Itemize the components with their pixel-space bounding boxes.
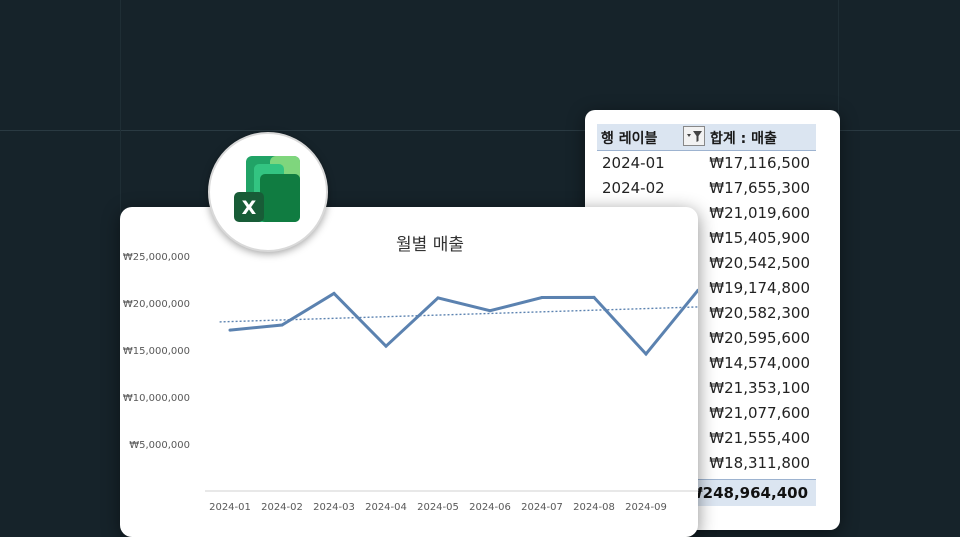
pivot-row-value: ₩21,019,600	[709, 204, 810, 222]
y-tick-label: ₩15,000,000	[123, 346, 190, 357]
data-point	[488, 309, 492, 313]
pivot-row-value: ₩20,542,500	[709, 254, 810, 272]
sum-sales-header: 합계 : 매출	[710, 131, 777, 147]
pivot-row-value: ₩21,555,400	[709, 429, 810, 447]
pivot-row-value: ₩20,595,600	[709, 329, 810, 347]
pivot-row-value: ₩21,077,600	[709, 404, 810, 422]
pivot-row-value: ₩20,582,300	[709, 304, 810, 322]
data-point	[644, 352, 648, 356]
pivot-row-value: ₩17,116,500	[709, 154, 810, 172]
x-tick-label: 2024-03	[313, 502, 355, 513]
svg-text:X: X	[242, 197, 257, 219]
x-tick-label: 2024-05	[417, 502, 459, 513]
pivot-row-value: ₩17,655,300	[709, 179, 810, 197]
x-tick-label: 2024-06	[469, 502, 511, 513]
data-point	[280, 323, 284, 327]
chart-title: 월별 매출	[396, 235, 464, 255]
pivot-row-label: 2024-01	[602, 154, 665, 172]
pivot-row-label: 2024-02	[602, 179, 665, 197]
x-tick-label: 2024-09	[625, 502, 667, 513]
grand-total-value: ₩248,964,400	[686, 484, 808, 502]
filter-dropdown-icon[interactable]	[683, 126, 705, 146]
data-point	[228, 328, 232, 332]
excel-badge: X	[208, 132, 328, 252]
data-point	[592, 295, 596, 299]
y-tick-label: ₩20,000,000	[123, 299, 190, 310]
sales-series-line	[229, 289, 698, 357]
pivot-header-row: 행 레이블 합계 : 매출	[597, 124, 816, 151]
chart-card[interactable]: 월별 매출 ₩5,000,000 ₩10,000,000 ₩15,000,000 ₩20…	[120, 207, 698, 537]
y-tick-label: ₩25,000,000	[123, 252, 190, 263]
pivot-row-value: ₩14,574,000	[709, 354, 810, 372]
row-labels-header: 행 레이블	[601, 131, 658, 147]
x-tick-label: 2024-01	[209, 502, 251, 513]
pivot-row[interactable]: 2024-02 ₩17,655,300	[597, 176, 816, 201]
x-tick-label: 2024-08	[573, 502, 615, 513]
pivot-row-value: ₩15,405,900	[709, 229, 810, 247]
y-tick-label: ₩5,000,000	[129, 440, 190, 451]
pivot-row-value: ₩19,174,800	[709, 279, 810, 297]
pivot-row[interactable]: 2024-01 ₩17,116,500	[597, 151, 816, 176]
x-tick-label: 2024-04	[365, 502, 407, 513]
x-tick-label: 2024-02	[261, 502, 303, 513]
y-tick-label: ₩10,000,000	[123, 393, 190, 404]
data-point	[384, 344, 388, 348]
pivot-row-value: ₩21,353,100	[709, 379, 810, 397]
pivot-row-value: ₩18,311,800	[709, 454, 810, 472]
x-tick-label: 2024-07	[521, 502, 563, 513]
data-point	[436, 296, 440, 300]
data-point	[332, 291, 336, 295]
line-chart: 월별 매출 ₩5,000,000 ₩10,000,000 ₩15,000,000 ₩20…	[123, 235, 698, 513]
data-point	[540, 296, 544, 300]
excel-icon: X	[234, 156, 300, 222]
